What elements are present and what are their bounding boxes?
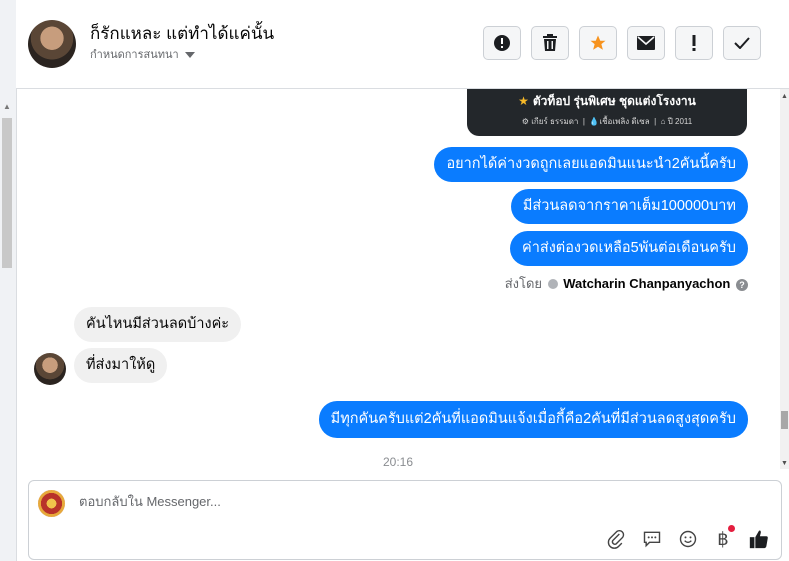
conversation-settings-label: กำหนดการสนทนา <box>90 49 179 61</box>
outgoing-message[interactable]: มีทุกคันครับแต่2คันที่แอดมินแจ้งเมื่อกี้… <box>318 401 748 438</box>
sent-by-label: ส่งโดย Watcharin Chanpanyachon ? <box>505 273 748 294</box>
contact-avatar-small[interactable] <box>34 353 66 385</box>
thumbs-up-icon <box>749 530 768 549</box>
sender-name[interactable]: Watcharin Chanpanyachon <box>563 276 730 291</box>
incoming-message[interactable]: ที่ส่งมาให้ดู <box>74 348 168 383</box>
product-card-meta: ⚙ เกียร์ ธรรมดา | 💧เชื้อเพลิง ดีเซล | ⌂ … <box>521 117 693 126</box>
meta-gear: เกียร์ ธรรมดา <box>531 117 579 126</box>
exclamation-icon <box>692 35 696 51</box>
calendar-icon: ⌂ <box>660 117 666 126</box>
incoming-message[interactable]: คันไหนมีส่วนลดบ้างค่ะ <box>74 307 242 342</box>
like-button[interactable] <box>747 527 771 551</box>
paperclip-icon <box>607 529 625 549</box>
outgoing-message[interactable]: อยากได้ค่างวดถูกเลยแอดมินแนะนำ2คันนี้ครั… <box>434 147 748 182</box>
message-timestamp: 20:16 <box>382 455 414 469</box>
chat-scrollbar[interactable]: ▲ ▼ <box>780 89 789 469</box>
sent-by-prefix: ส่งโดย <box>504 276 543 291</box>
smiley-icon <box>679 530 697 548</box>
scrollbar-thumb[interactable] <box>781 411 788 429</box>
mark-important-button[interactable] <box>675 26 713 60</box>
scroll-up-arrow-icon[interactable]: ▲ <box>3 102 11 111</box>
caret-down-icon <box>184 52 195 59</box>
saved-replies-button[interactable] <box>640 527 664 551</box>
baht-icon: ฿ <box>717 528 729 549</box>
product-card[interactable]: ★ ตัวท็อป รุ่นพิเศษ ชุดแต่งโรงงาน ⚙ เกียร… <box>467 89 747 136</box>
conversation-settings-dropdown[interactable]: กำหนดการสนทนา <box>90 45 195 63</box>
emoji-button[interactable] <box>676 527 700 551</box>
reply-composer: ฿ <box>28 480 782 560</box>
left-panel-edge: ▲ <box>0 0 17 561</box>
report-button[interactable] <box>483 26 521 60</box>
payment-button[interactable]: ฿ <box>711 525 735 551</box>
reply-input[interactable] <box>77 493 581 510</box>
conversation-header: ก็รักแหละ แต่ทำได้แค่นั้น กำหนดการสนทนา <box>16 0 789 89</box>
meta-year: ปี 2011 <box>667 117 693 126</box>
email-button[interactable] <box>627 26 665 60</box>
delete-button[interactable] <box>531 26 569 60</box>
scroll-up-icon[interactable]: ▲ <box>781 93 788 100</box>
outgoing-message[interactable]: มีส่วนลดจากราคาเต็ม100000บาท <box>510 189 748 224</box>
help-icon[interactable]: ? <box>736 279 748 291</box>
meta-fuel: เชื้อเพลิง ดีเซล <box>599 117 650 126</box>
star-button[interactable] <box>579 26 617 60</box>
fuel-drop-icon: 💧 <box>589 117 600 126</box>
product-card-title: ★ ตัวท็อป รุ่นพิเศษ ชุดแต่งโรงงาน <box>467 92 747 111</box>
exclamation-circle-icon <box>494 35 510 51</box>
page-avatar <box>38 490 65 517</box>
attach-button[interactable] <box>604 527 628 551</box>
star-icon <box>590 35 606 50</box>
contact-avatar[interactable] <box>28 20 76 68</box>
envelope-icon <box>637 36 655 50</box>
chat-bubble-icon <box>643 531 661 548</box>
checkmark-icon <box>734 37 750 49</box>
scroll-down-icon[interactable]: ▼ <box>781 460 788 467</box>
page-badge-icon <box>547 279 558 289</box>
gear-icon: ⚙ <box>521 117 529 126</box>
product-card-title-text: ตัวท็อป รุ่นพิเศษ ชุดแต่งโรงงาน <box>532 94 696 108</box>
notification-dot <box>728 525 735 532</box>
mark-done-button[interactable] <box>723 26 761 60</box>
star-icon: ★ <box>518 94 529 108</box>
trash-icon <box>543 34 557 51</box>
contact-name[interactable]: ก็รักแหละ แต่ทำได้แค่นั้น <box>90 20 274 47</box>
message-thread: ★ ตัวท็อป รุ่นพิเศษ ชุดแต่งโรงงาน ⚙ เกียร… <box>16 89 780 471</box>
outgoing-message[interactable]: ค่าส่งต่องวดเหลือ5พันต่อเดือนครับ <box>510 231 748 266</box>
left-panel-scrollbar[interactable] <box>2 118 12 268</box>
